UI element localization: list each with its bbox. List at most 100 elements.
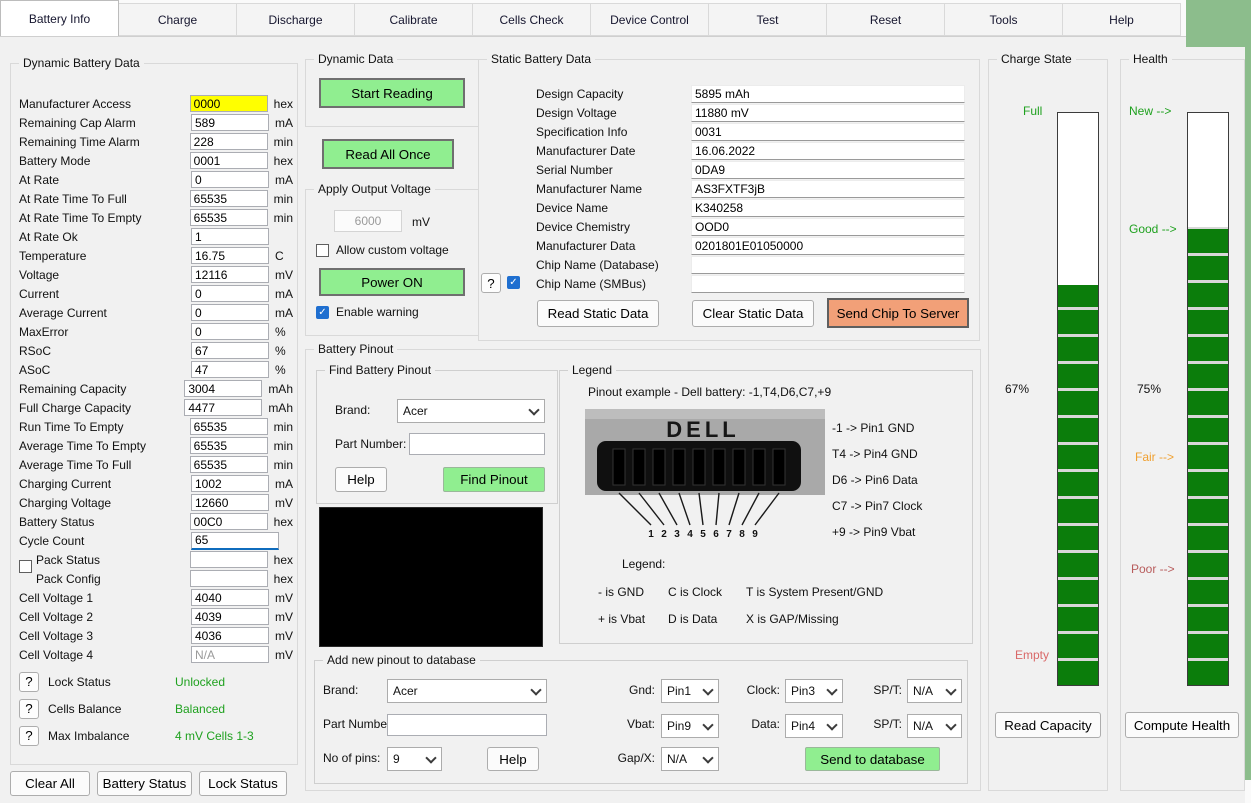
output-voltage-input[interactable] xyxy=(334,210,402,232)
part-number-input[interactable] xyxy=(409,433,545,455)
rsoc-input[interactable] xyxy=(191,342,269,359)
lock-status-help-button[interactable]: ? xyxy=(19,671,39,692)
design-voltage-input[interactable] xyxy=(691,103,965,122)
tab-cells-check[interactable]: Cells Check xyxy=(472,3,591,36)
no-of-pins-dropdown[interactable]: 9 xyxy=(387,747,442,771)
temperature-input[interactable] xyxy=(191,247,269,264)
max-imbalance-help-button[interactable]: ? xyxy=(19,725,39,746)
tab-tools[interactable]: Tools xyxy=(944,3,1063,36)
spt2-label: SP/T: xyxy=(873,717,902,731)
tab-charge[interactable]: Charge xyxy=(118,3,237,36)
brand-dropdown[interactable]: Acer xyxy=(397,399,545,423)
full-charge-capacity-input[interactable] xyxy=(184,399,263,416)
chip-name-smbus-input[interactable] xyxy=(691,274,965,293)
charging-current-input[interactable] xyxy=(191,475,269,492)
average-time-to-full-input[interactable] xyxy=(189,456,268,473)
clock-dropdown[interactable]: Pin3 xyxy=(785,679,843,703)
svg-text:3: 3 xyxy=(674,529,680,540)
spt2-dropdown[interactable]: N/A xyxy=(907,714,962,738)
chip-name-database-input[interactable] xyxy=(691,255,965,274)
pack-config-input[interactable] xyxy=(189,570,268,587)
tab-discharge[interactable]: Discharge xyxy=(236,3,355,36)
asoc-input[interactable] xyxy=(191,361,269,378)
remaining-time-alarm-input[interactable] xyxy=(189,133,268,150)
read-capacity-button[interactable]: Read Capacity xyxy=(995,712,1101,738)
read-static-data-button[interactable]: Read Static Data xyxy=(537,300,659,327)
cell-voltage-3-input[interactable] xyxy=(191,627,269,644)
send-chip-to-server-button[interactable]: Send Chip To Server xyxy=(827,298,969,328)
device-name-input[interactable] xyxy=(691,198,965,217)
field-unit: % xyxy=(275,324,286,339)
pack-status-input[interactable] xyxy=(189,551,268,568)
at-rate-input[interactable] xyxy=(191,171,269,188)
cell-voltage-1-input[interactable] xyxy=(191,589,269,606)
remaining-capacity-input[interactable] xyxy=(184,380,263,397)
battery-mode-input[interactable] xyxy=(189,152,268,169)
gnd-dropdown[interactable]: Pin1 xyxy=(661,679,719,703)
maxerror-input[interactable] xyxy=(191,323,269,340)
gapx-dropdown[interactable]: N/A xyxy=(661,747,719,771)
find-pinout-button[interactable]: Find Pinout xyxy=(443,467,545,492)
tab-test[interactable]: Test xyxy=(708,3,827,36)
remaining-cap-alarm-input[interactable] xyxy=(191,114,269,131)
static-label: Serial Number xyxy=(536,162,613,177)
tab-calibrate[interactable]: Calibrate xyxy=(354,3,473,36)
voltage-input[interactable] xyxy=(191,266,269,283)
at-rate-time-to-full-input[interactable] xyxy=(189,190,268,207)
compute-health-button[interactable]: Compute Health xyxy=(1125,712,1239,738)
power-on-button[interactable]: Power ON xyxy=(319,268,465,296)
send-to-database-button[interactable]: Send to database xyxy=(805,747,940,771)
battery-status-input[interactable] xyxy=(189,513,268,530)
find-pinout-help-button[interactable]: Help xyxy=(335,467,387,492)
manufacturer-data-input[interactable] xyxy=(691,236,965,255)
vbat-dropdown[interactable]: Pin9 xyxy=(661,714,719,738)
manufacturer-date-input[interactable] xyxy=(691,141,965,160)
add-pinout-help-button[interactable]: Help xyxy=(487,747,539,771)
current-input[interactable] xyxy=(191,285,269,302)
tab-device-control[interactable]: Device Control xyxy=(590,3,709,36)
run-time-to-empty-input[interactable] xyxy=(189,418,268,435)
field-row-current: Current mA xyxy=(19,284,293,303)
device-chemistry-input[interactable] xyxy=(691,217,965,236)
lock-status-button[interactable]: Lock Status xyxy=(199,771,287,796)
add-brand-dropdown[interactable]: Acer xyxy=(387,679,547,703)
data-dropdown[interactable]: Pin4 xyxy=(785,714,843,738)
group-title: Dynamic Data xyxy=(314,52,398,66)
design-capacity-input[interactable] xyxy=(691,84,965,103)
manufacturer-name-input[interactable] xyxy=(691,179,965,198)
average-time-to-empty-input[interactable] xyxy=(189,437,268,454)
chevron-down-icon xyxy=(530,683,542,696)
tab-help[interactable]: Help xyxy=(1062,3,1181,36)
battery-status-button[interactable]: Battery Status xyxy=(97,771,192,796)
charging-voltage-input[interactable] xyxy=(191,494,269,511)
field-unit: mV xyxy=(275,609,293,624)
chip-name-help-button[interactable]: ? xyxy=(481,273,501,293)
field-label: Full Charge Capacity xyxy=(19,400,132,415)
no-of-pins-label: No of pins: xyxy=(323,751,381,765)
chip-name-smbus-checkbox[interactable]: ✓ xyxy=(507,276,520,289)
allow-custom-voltage-checkbox[interactable]: ✓ xyxy=(316,244,329,257)
enable-warning-checkbox[interactable]: ✓ xyxy=(316,306,329,319)
checkmark-icon: ✓ xyxy=(318,307,327,318)
status-row-cells-balance: ? Cells Balance Balanced xyxy=(19,695,293,722)
cell-voltage-4-input[interactable] xyxy=(191,646,269,663)
clear-all-button[interactable]: Clear All xyxy=(10,771,90,796)
serial-number-input[interactable] xyxy=(691,160,965,179)
chevron-down-icon xyxy=(702,718,714,731)
clear-static-data-button[interactable]: Clear Static Data xyxy=(692,300,814,327)
add-part-input[interactable] xyxy=(387,714,547,736)
start-reading-button[interactable]: Start Reading xyxy=(319,78,465,108)
specification-info-input[interactable] xyxy=(691,122,965,141)
tab-battery-info[interactable]: Battery Info xyxy=(0,0,119,36)
read-all-once-button[interactable]: Read All Once xyxy=(322,139,454,169)
charge-percent-label: 67% xyxy=(1005,382,1030,396)
spt1-dropdown[interactable]: N/A xyxy=(907,679,962,703)
manufacturer-access-input[interactable] xyxy=(189,95,268,112)
cycle-count-input[interactable] xyxy=(191,531,279,550)
average-current-input[interactable] xyxy=(191,304,269,321)
cells-balance-help-button[interactable]: ? xyxy=(19,698,39,719)
cell-voltage-2-input[interactable] xyxy=(191,608,269,625)
tab-reset[interactable]: Reset xyxy=(826,3,945,36)
at-rate-time-to-empty-input[interactable] xyxy=(189,209,268,226)
at-rate-ok-input[interactable] xyxy=(191,228,269,245)
